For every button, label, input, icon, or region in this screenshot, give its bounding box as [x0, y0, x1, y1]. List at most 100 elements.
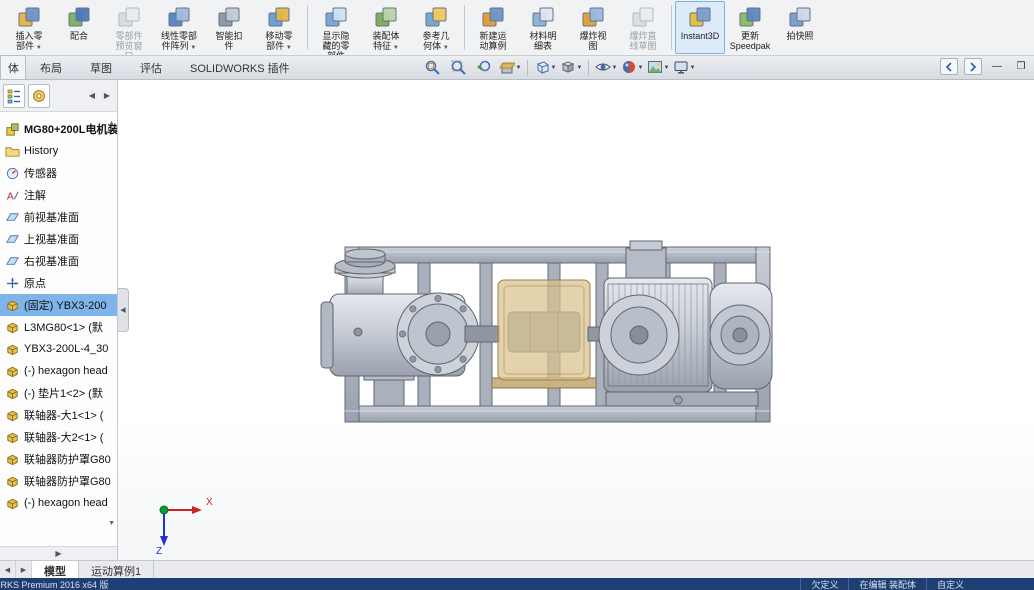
property-manager-icon — [31, 88, 47, 104]
propertymanager-tab[interactable] — [28, 84, 50, 108]
hide-show-items-icon — [595, 59, 611, 78]
take-snapshot-button[interactable]: 拍快照 — [775, 1, 825, 54]
new-motion-study-button[interactable]: 新建运动算例 — [468, 1, 518, 54]
bottom-tab-1[interactable]: 运动算例1 — [79, 561, 154, 578]
part-icon — [5, 496, 20, 511]
tree-item[interactable]: 传感器 — [0, 162, 117, 184]
status-bar: SOLIDWORKS Premium 2016 x64 版 欠定义在编辑 装配体… — [0, 578, 1034, 590]
section-view-button[interactable]: ▼ — [498, 58, 522, 79]
tab-2[interactable]: 草图 — [76, 55, 126, 79]
tree-item[interactable]: (固定) YBX3-200 — [0, 294, 117, 316]
tab-4[interactable]: SOLIDWORKS 插件 — [176, 55, 304, 79]
tree-item[interactable]: 联轴器-大1<1> ( — [0, 404, 117, 426]
tree-item-label: 上视基准面 — [24, 231, 79, 247]
bottom-tabs-right-button[interactable]: ▶ — [16, 561, 32, 578]
component-preview-window-button[interactable]: 零部件预览窗口 — [104, 1, 154, 54]
bottom-tab-0[interactable]: 模型 — [32, 561, 79, 578]
edit-appearance-button[interactable]: ▼ — [620, 58, 644, 79]
previous-view-button[interactable] — [472, 58, 496, 79]
bottom-tabs-left-button[interactable]: ◀ — [0, 561, 16, 578]
exploded-view-button[interactable]: 爆炸视图 — [568, 1, 618, 54]
show-hidden-components-button[interactable]: 显示隐藏的零部件 — [311, 1, 361, 54]
minimize-button[interactable]: — — [988, 58, 1006, 75]
main-area: ◀ ▶ ▲ ▼ MG80+200L电机装History传感器A注解前视基准面上视… — [0, 80, 1034, 560]
tree-scroll-down-button[interactable]: ▼ — [108, 520, 115, 528]
part-icon — [5, 474, 20, 489]
mate-button[interactable]: 配合 — [54, 1, 104, 54]
status-item: 在编辑 装配体 — [848, 578, 926, 590]
assembly-features-button[interactable]: 装配体特征 ▼ — [361, 1, 411, 54]
tree-item[interactable]: 右视基准面 — [0, 250, 117, 272]
ribbon-button-label: 爆炸直线草图 — [629, 31, 656, 51]
y-axis-origin — [160, 506, 168, 514]
tree-item[interactable]: 联轴器-大2<1> ( — [0, 426, 117, 448]
dropdown-arrow-icon: ▼ — [189, 45, 197, 51]
display-style-button[interactable]: ▼ — [559, 58, 583, 79]
tree-horizontal-scrollbar: ▶ — [0, 546, 117, 560]
tree-item-label: 右视基准面 — [24, 253, 79, 269]
panel-tabs-left-button[interactable]: ◀ — [85, 87, 99, 105]
update-speedpak-button[interactable]: 更新Speedpak — [725, 1, 775, 54]
smart-fasteners-icon — [216, 4, 242, 30]
tree-item[interactable]: L3MG80<1> (默 — [0, 316, 117, 338]
reference-geometry-button[interactable]: 参考几何体 ▼ — [411, 1, 461, 54]
tree-item[interactable]: 原点 — [0, 272, 117, 294]
view-orientation-button[interactable]: ▼ — [533, 58, 557, 79]
ribbon-button-label: 更新Speedpak — [730, 31, 771, 51]
x-axis-label: X — [206, 497, 213, 508]
explode-line-sketch-button[interactable]: 爆炸直线草图 — [618, 1, 668, 54]
tree-item[interactable]: A注解 — [0, 184, 117, 206]
bill-of-materials-button[interactable]: 材料明细表 — [518, 1, 568, 54]
zoom-area-icon — [450, 59, 466, 78]
panel-tabs-right-button[interactable]: ▶ — [100, 87, 114, 105]
ribbon-separator — [464, 5, 465, 50]
panel-collapse-handle[interactable]: ◀ — [118, 288, 129, 332]
toolbar-separator — [588, 60, 589, 76]
assembly-model[interactable] — [118, 80, 1034, 560]
featuremanager-tab[interactable] — [3, 84, 25, 108]
next-document-button[interactable] — [964, 58, 982, 75]
ribbon-separator — [307, 5, 308, 50]
document-window-controls: — ❒ — [940, 58, 1030, 75]
dropdown-arrow-icon: ▼ — [441, 45, 449, 51]
linear-component-pattern-button[interactable]: 线性零部件阵列 ▼ — [154, 1, 204, 54]
apply-scene-button[interactable]: ▼ — [646, 58, 670, 79]
command-tab-row: 体布局草图评估SOLIDWORKS 插件 ▼▼▼▼▼▼▼ — ❒ — [0, 56, 1034, 80]
insert-components-button[interactable]: 插入零部件 ▼ — [4, 1, 54, 54]
zoom-fit-button[interactable] — [420, 58, 444, 79]
move-component-button[interactable]: 移动零部件 ▼ — [254, 1, 304, 54]
tree-item[interactable]: (-) hexagon head — [0, 492, 117, 514]
tree-scroll-up-button[interactable]: ▲ — [108, 120, 115, 128]
tree-item-label: 注解 — [24, 187, 46, 203]
tree-item[interactable]: 联轴器防护罩G80 — [0, 470, 117, 492]
tree-scroll-right-button[interactable]: ▶ — [51, 549, 65, 558]
reference-geometry-icon — [423, 4, 449, 30]
hide-show-items-button[interactable]: ▼ — [594, 58, 618, 79]
tree-item[interactable]: 上视基准面 — [0, 228, 117, 250]
tab-3[interactable]: 评估 — [126, 55, 176, 79]
status-items: 欠定义在编辑 装配体自定义 — [800, 578, 974, 590]
ribbon-button-label: 插入零部件 ▼ — [15, 31, 42, 53]
assembly-features-icon — [373, 4, 399, 30]
tab-1[interactable]: 布局 — [26, 55, 76, 79]
zoom-area-button[interactable] — [446, 58, 470, 79]
view-settings-button[interactable]: ▼ — [672, 58, 696, 79]
sensor-icon — [5, 166, 20, 181]
tree-item[interactable]: 前视基准面 — [0, 206, 117, 228]
tree-item[interactable]: History — [0, 140, 117, 162]
tab-assembly-partial[interactable]: 体 — [0, 55, 26, 79]
tree-item[interactable]: MG80+200L电机装 — [0, 118, 117, 140]
motor — [588, 241, 772, 406]
ribbon-button-label: 拍快照 — [786, 31, 813, 41]
tree-item[interactable]: YBX3-200L-4_30 — [0, 338, 117, 360]
tree-item[interactable]: (-) hexagon head — [0, 360, 117, 382]
status-version-text: SOLIDWORKS Premium 2016 x64 版 — [0, 578, 220, 590]
restore-button[interactable]: ❒ — [1012, 58, 1030, 75]
instant3d-button[interactable]: Instant3D — [675, 1, 725, 54]
tree-item[interactable]: 联轴器防护罩G80 — [0, 448, 117, 470]
smart-fasteners-button[interactable]: 智能扣件 — [204, 1, 254, 54]
tree-item[interactable]: (-) 垫片1<2> (默 — [0, 382, 117, 404]
dropdown-arrow-icon: ▼ — [551, 65, 557, 71]
graphics-viewport[interactable]: X Z ◀ — [118, 80, 1034, 560]
previous-document-button[interactable] — [940, 58, 958, 75]
